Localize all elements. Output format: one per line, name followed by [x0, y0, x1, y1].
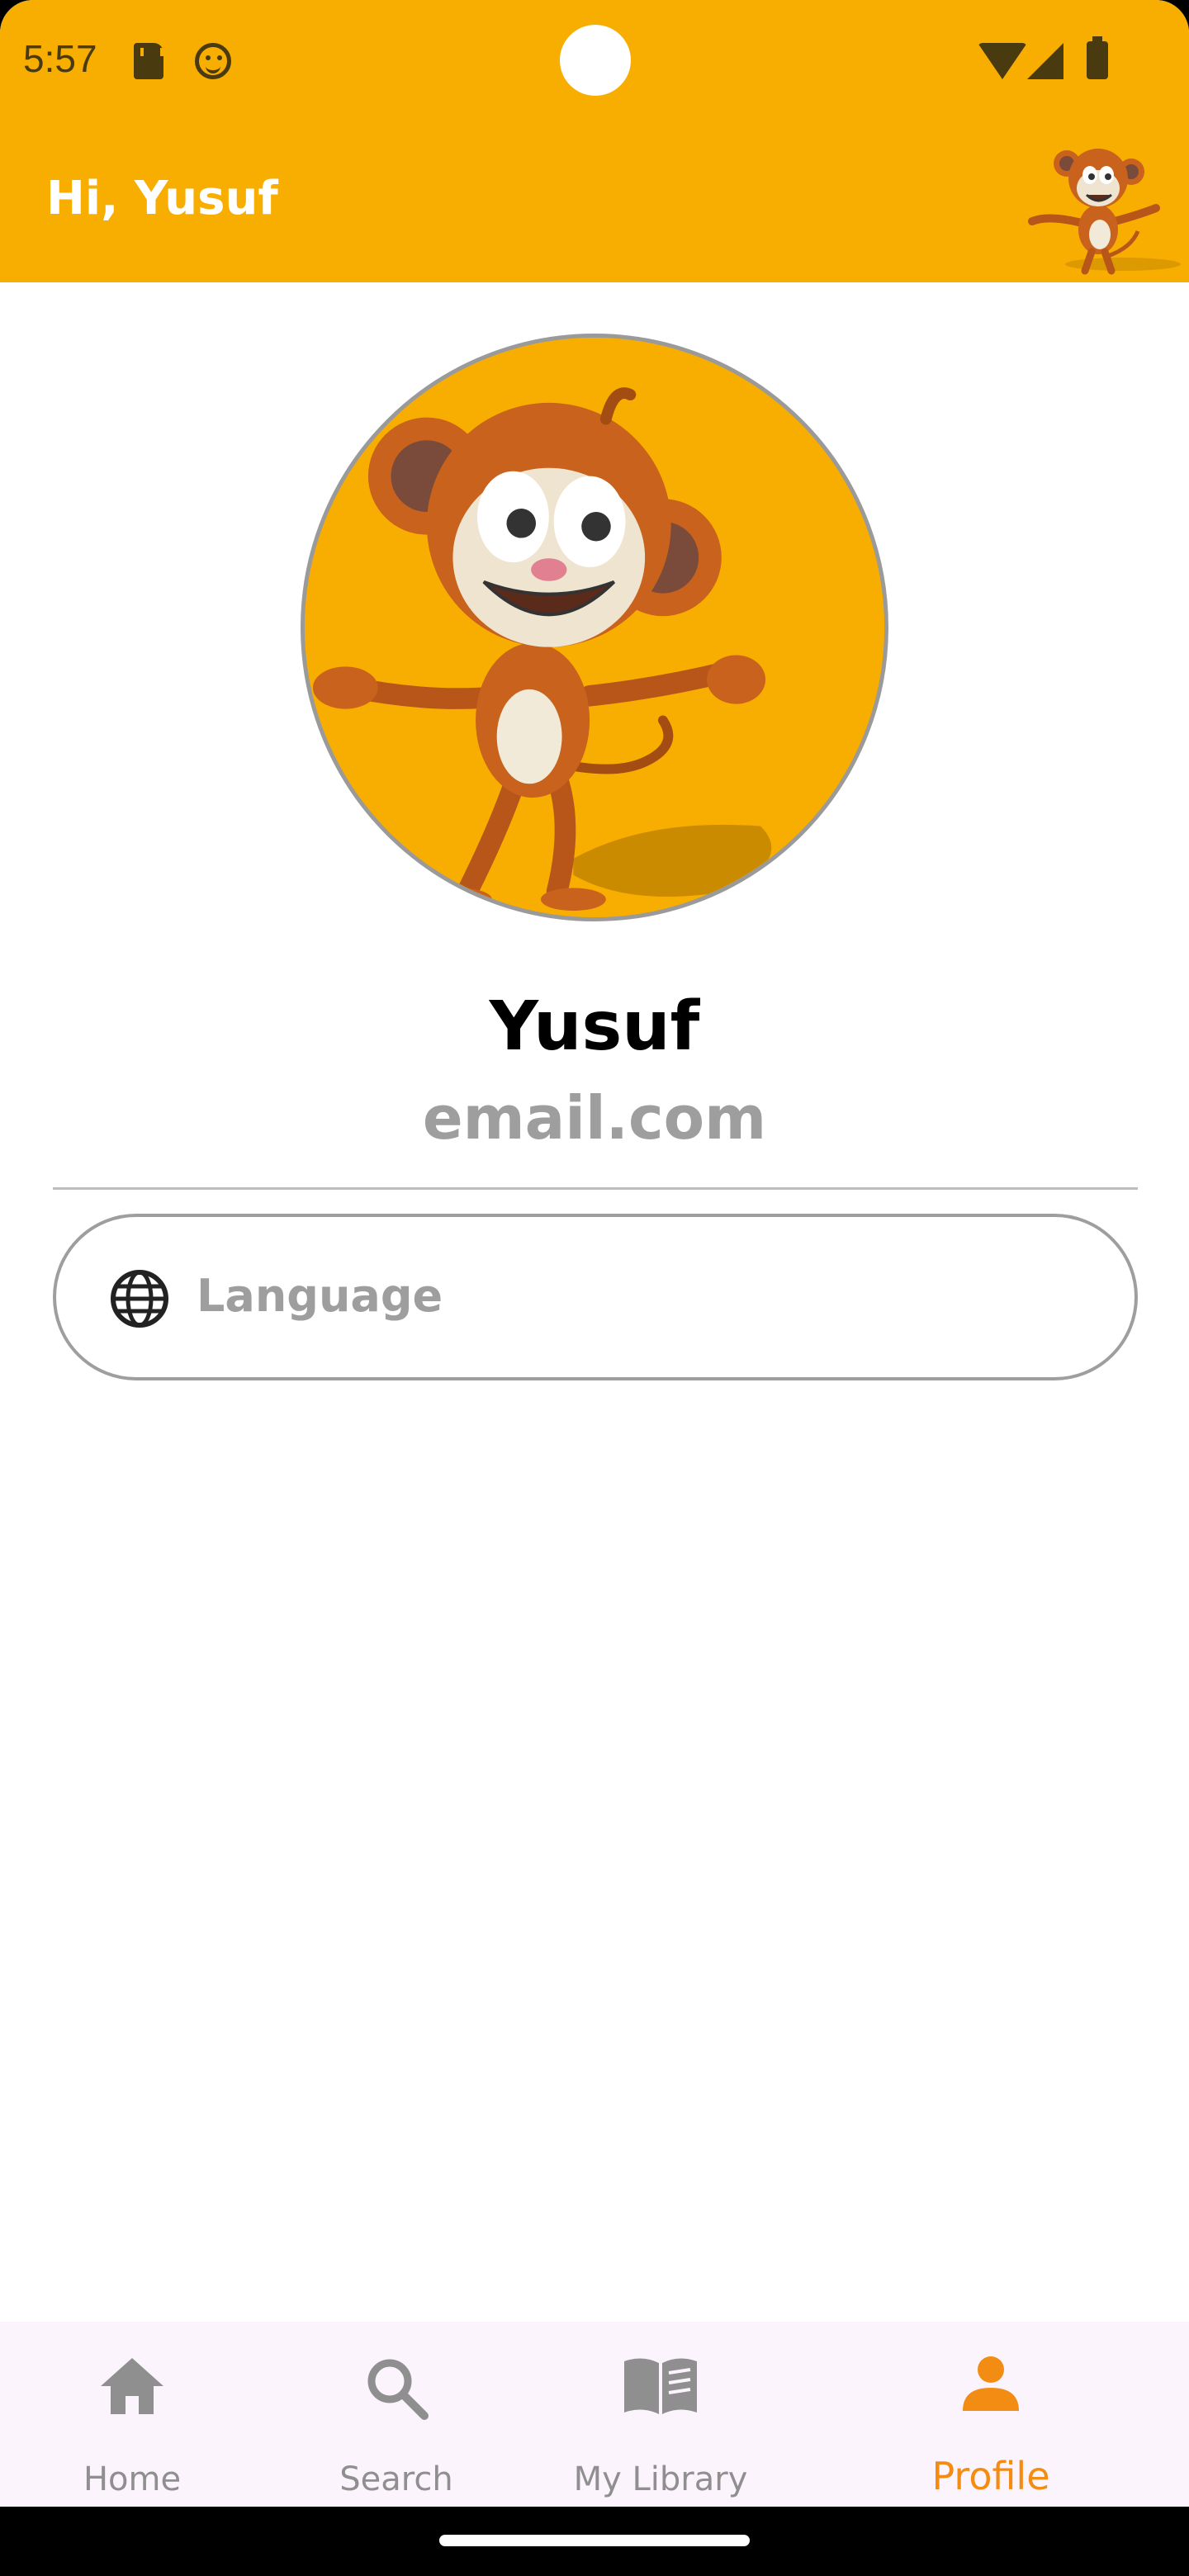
nav-label-profile: Profile: [931, 2454, 1050, 2498]
nav-profile[interactable]: Profile: [859, 2322, 1123, 2507]
camera-cutout: [560, 25, 631, 96]
divider: [53, 1187, 1138, 1190]
book-icon: [624, 2358, 697, 2414]
monkey-logo-icon: [1028, 149, 1181, 275]
search-icon: [367, 2359, 429, 2420]
home-icon: [101, 2358, 163, 2414]
status-time: 5:57: [23, 37, 97, 80]
nav-home[interactable]: Home: [0, 2322, 264, 2507]
nav-search[interactable]: Search: [264, 2322, 528, 2507]
wifi-icon: [978, 43, 1027, 79]
nav-my-library[interactable]: My Library: [528, 2322, 793, 2507]
home-indicator[interactable]: [439, 2535, 750, 2546]
user-email: email.com: [422, 1083, 767, 1153]
greeting-title: Hi, Yusuf: [46, 172, 278, 225]
nav-label-my-library: My Library: [573, 2460, 748, 2498]
app-header: 5:57 Hi, Yusuf: [0, 0, 1189, 282]
nav-label-search: Search: [339, 2460, 453, 2498]
cell-signal-icon: [1027, 43, 1063, 79]
monkey-avatar-image: [305, 338, 884, 917]
person-icon: [963, 2356, 1019, 2411]
nav-label-home: Home: [83, 2460, 182, 2498]
profile-avatar[interactable]: [301, 334, 888, 921]
user-name: Yusuf: [489, 987, 700, 1066]
sd-card-icon: [134, 43, 163, 79]
notification-face-icon: [195, 43, 231, 79]
globe-icon: [111, 1270, 168, 1328]
battery-icon: [1087, 36, 1108, 79]
bottom-navigation: Home Search My Library Profile: [0, 2322, 1189, 2507]
language-label: Language: [197, 1270, 443, 1322]
profile-screen: 5:57 Hi, Yusuf Yusuf email.com Language …: [0, 0, 1189, 2576]
language-button[interactable]: Language: [53, 1214, 1138, 1380]
